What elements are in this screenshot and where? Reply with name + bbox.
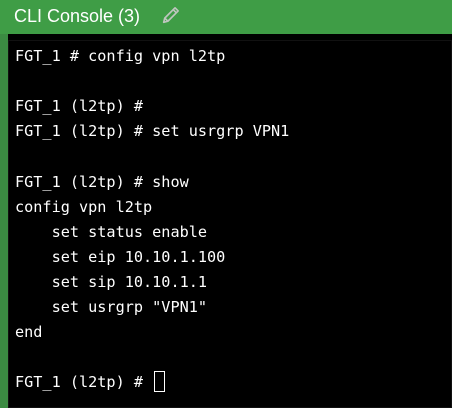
left-edge [0, 34, 8, 408]
window-title: CLI Console (3) [14, 6, 141, 26]
terminal-line: FGT_1 (l2tp) # [15, 97, 144, 115]
title-bar: CLI Console (3) [0, 0, 452, 34]
cli-console-window: CLI Console (3) FGT_1 # config vpn l2tp … [0, 0, 452, 408]
command-prompt-line[interactable]: FGT_1 (l2tp) # [15, 371, 166, 393]
terminal-line: set eip 10.10.1.100 [15, 248, 226, 266]
terminal-line: set status enable [15, 223, 208, 241]
pencil-icon[interactable] [160, 4, 182, 26]
terminal-line: FGT_1 (l2tp) # set usrgrp VPN1 [15, 122, 290, 140]
terminal-output[interactable]: FGT_1 # config vpn l2tp FGT_1 (l2tp) # F… [8, 40, 452, 408]
terminal-line: end [15, 323, 43, 341]
terminal-line: set sip 10.10.1.1 [15, 273, 208, 291]
terminal-line: config vpn l2tp [15, 198, 153, 216]
terminal-line: set usrgrp "VPN1" [15, 298, 208, 316]
terminal-line: FGT_1 # config vpn l2tp [15, 47, 226, 65]
terminal-line: FGT_1 (l2tp) # show [15, 173, 189, 191]
text-cursor [154, 371, 166, 392]
command-prompt: FGT_1 (l2tp) # [15, 373, 153, 391]
